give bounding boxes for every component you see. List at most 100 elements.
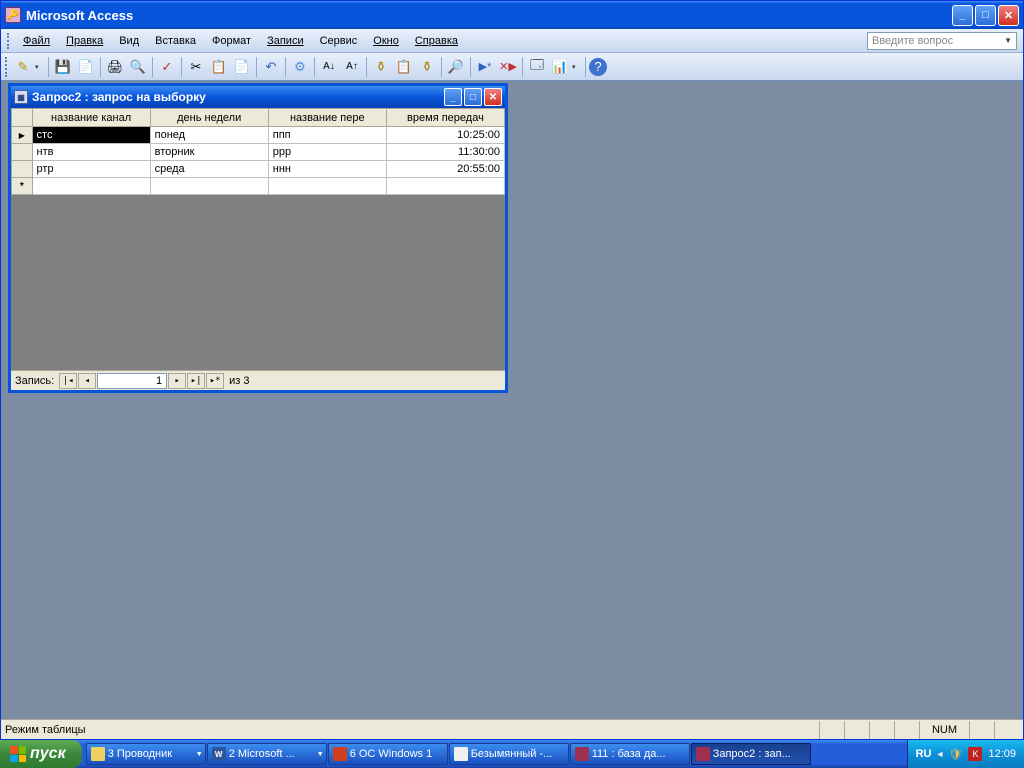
child-close-button[interactable]: ✕ — [484, 88, 502, 106]
filter-form-button[interactable]: 📋 — [393, 56, 415, 78]
question-dropdown-icon[interactable]: ▼ — [1004, 36, 1012, 45]
taskbar-item-word[interactable]: W 2 Microsoft ...▼ — [207, 743, 327, 765]
table-row[interactable]: стс понед ппп 10:25:00 — [12, 127, 505, 144]
column-header-day[interactable]: день недели — [150, 109, 268, 127]
cell[interactable] — [32, 178, 150, 195]
next-record-button[interactable]: ▸ — [168, 373, 186, 389]
paste-button[interactable]: 📄 — [231, 56, 253, 78]
column-header-show[interactable]: название пере — [268, 109, 386, 127]
data-grid[interactable]: название канал день недели название пере… — [11, 108, 505, 195]
export-button[interactable]: 📄 — [75, 56, 97, 78]
child-maximize-button[interactable]: □ — [464, 88, 482, 106]
status-cell — [844, 721, 869, 739]
filter-selection-button[interactable]: ⚱ — [370, 56, 392, 78]
row-selector[interactable] — [12, 144, 33, 161]
menu-edit[interactable]: Правка — [58, 33, 111, 49]
status-mode: Режим таблицы — [5, 724, 819, 736]
run-button[interactable]: ⚙ — [289, 56, 311, 78]
new-record-row[interactable] — [12, 178, 505, 195]
cell[interactable]: ннн — [268, 161, 386, 178]
windows-logo-icon — [10, 746, 26, 762]
cell[interactable]: ппп — [268, 127, 386, 144]
menu-file[interactable]: Файл — [15, 33, 58, 49]
cell[interactable] — [150, 178, 268, 195]
cell[interactable]: ррр — [268, 144, 386, 161]
database-window-button[interactable]: 🗔 — [526, 56, 548, 78]
save-button[interactable]: 💾 — [52, 56, 74, 78]
select-all-corner[interactable] — [12, 109, 33, 127]
column-header-channel[interactable]: название канал — [32, 109, 150, 127]
apply-filter-button[interactable]: ⚱ — [416, 56, 438, 78]
sort-asc-button[interactable]: A↓ — [318, 56, 340, 78]
tray-kaspersky-icon[interactable]: K — [968, 747, 982, 761]
column-header-time[interactable]: время передач — [386, 109, 504, 127]
cell[interactable]: нтв — [32, 144, 150, 161]
minimize-button[interactable]: _ — [952, 5, 973, 26]
clock[interactable]: 12:09 — [988, 748, 1016, 760]
cell[interactable]: 11:30:00 — [386, 144, 504, 161]
undo-button[interactable]: ↶ — [260, 56, 282, 78]
first-record-button[interactable]: |◂ — [59, 373, 77, 389]
tray-expand-icon[interactable]: ◂ — [937, 749, 942, 760]
cell[interactable] — [268, 178, 386, 195]
help-question-box[interactable]: Введите вопрос ▼ — [867, 32, 1017, 50]
cell[interactable]: 10:25:00 — [386, 127, 504, 144]
taskbar-item-paint[interactable]: Безымянный -... — [449, 743, 569, 765]
menu-window[interactable]: Окно — [365, 33, 407, 49]
menu-bar: Файл Правка Вид Вставка Формат Записи Се… — [1, 29, 1023, 53]
language-indicator[interactable]: RU — [916, 748, 932, 760]
table-row[interactable]: нтв вторник ррр 11:30:00 — [12, 144, 505, 161]
menu-format[interactable]: Формат — [204, 33, 259, 49]
taskbar-item-access-query[interactable]: Запрос2 : зап... — [691, 743, 811, 765]
cell[interactable] — [386, 178, 504, 195]
toolbar-grip[interactable] — [5, 57, 9, 77]
child-minimize-button[interactable]: _ — [444, 88, 462, 106]
prev-record-button[interactable]: ◂ — [78, 373, 96, 389]
cell[interactable]: стс — [32, 127, 150, 144]
menu-service[interactable]: Сервис — [312, 33, 366, 49]
copy-button[interactable]: 📋 — [208, 56, 230, 78]
cell[interactable]: вторник — [150, 144, 268, 161]
menu-records[interactable]: Записи — [259, 33, 312, 49]
menu-help[interactable]: Справка — [407, 33, 466, 49]
mdi-client-area: ▦ Запрос2 : запрос на выборку _ □ ✕ назв… — [2, 81, 1022, 719]
sort-desc-button[interactable]: A↑ — [341, 56, 363, 78]
close-button[interactable]: ✕ — [998, 5, 1019, 26]
word-icon: W — [212, 747, 226, 761]
table-row[interactable]: ртр среда ннн 20:55:00 — [12, 161, 505, 178]
cell[interactable]: понед — [150, 127, 268, 144]
last-record-button[interactable]: ▸| — [187, 373, 205, 389]
view-button[interactable]: ✎ — [12, 56, 34, 78]
row-selector-current[interactable] — [12, 127, 33, 144]
menubar-grip[interactable] — [7, 33, 11, 49]
record-number-input[interactable] — [97, 373, 167, 389]
new-object-dropdown-icon[interactable]: ▾ — [572, 63, 582, 71]
cell[interactable]: 20:55:00 — [386, 161, 504, 178]
menu-view[interactable]: Вид — [111, 33, 147, 49]
start-button[interactable]: пуск — [0, 740, 82, 768]
tray-security-icon[interactable]: 🛡 — [949, 748, 963, 761]
new-object-button[interactable]: 📊 — [549, 56, 571, 78]
main-titlebar[interactable]: 🔑 Microsoft Access _ □ ✕ — [1, 1, 1023, 29]
row-selector-new[interactable] — [12, 178, 33, 195]
new-record-button[interactable]: ▶* — [474, 56, 496, 78]
help-button[interactable]: ? — [589, 58, 607, 76]
cell[interactable]: ртр — [32, 161, 150, 178]
new-record-nav-button[interactable]: ▸* — [206, 373, 224, 389]
taskbar-item-powerpoint[interactable]: 6 OC Windows 1 — [328, 743, 448, 765]
print-preview-button[interactable]: 🔍 — [127, 56, 149, 78]
maximize-button[interactable]: □ — [975, 5, 996, 26]
taskbar-item-access-db[interactable]: 111 : база да... — [570, 743, 690, 765]
cut-button[interactable]: ✂ — [185, 56, 207, 78]
record-navigator: Запись: |◂ ◂ ▸ ▸| ▸* из 3 — [11, 370, 505, 390]
find-button[interactable]: 🔎 — [445, 56, 467, 78]
taskbar-item-explorer[interactable]: 3 Проводник▼ — [86, 743, 206, 765]
view-dropdown-icon[interactable]: ▾ — [35, 63, 45, 71]
spellcheck-button[interactable]: ✓ — [156, 56, 178, 78]
delete-record-button[interactable]: ✕▶ — [497, 56, 519, 78]
query-titlebar[interactable]: ▦ Запрос2 : запрос на выборку _ □ ✕ — [11, 86, 505, 108]
cell[interactable]: среда — [150, 161, 268, 178]
row-selector[interactable] — [12, 161, 33, 178]
print-button[interactable]: 🖨 — [104, 56, 126, 78]
menu-insert[interactable]: Вставка — [147, 33, 204, 49]
